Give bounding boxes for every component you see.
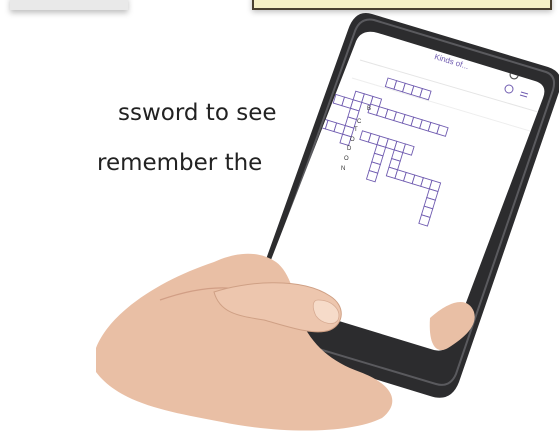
- phone-in-hand: bookwidgets.com Kinds of...: [96, 13, 559, 431]
- svg-text:D: D: [347, 146, 352, 152]
- svg-text:B: B: [367, 106, 371, 112]
- svg-text:O: O: [344, 156, 349, 162]
- svg-text:N: N: [341, 166, 345, 172]
- svg-text:O: O: [350, 137, 355, 143]
- svg-text:C: C: [357, 119, 362, 125]
- svg-text:T: T: [354, 127, 358, 133]
